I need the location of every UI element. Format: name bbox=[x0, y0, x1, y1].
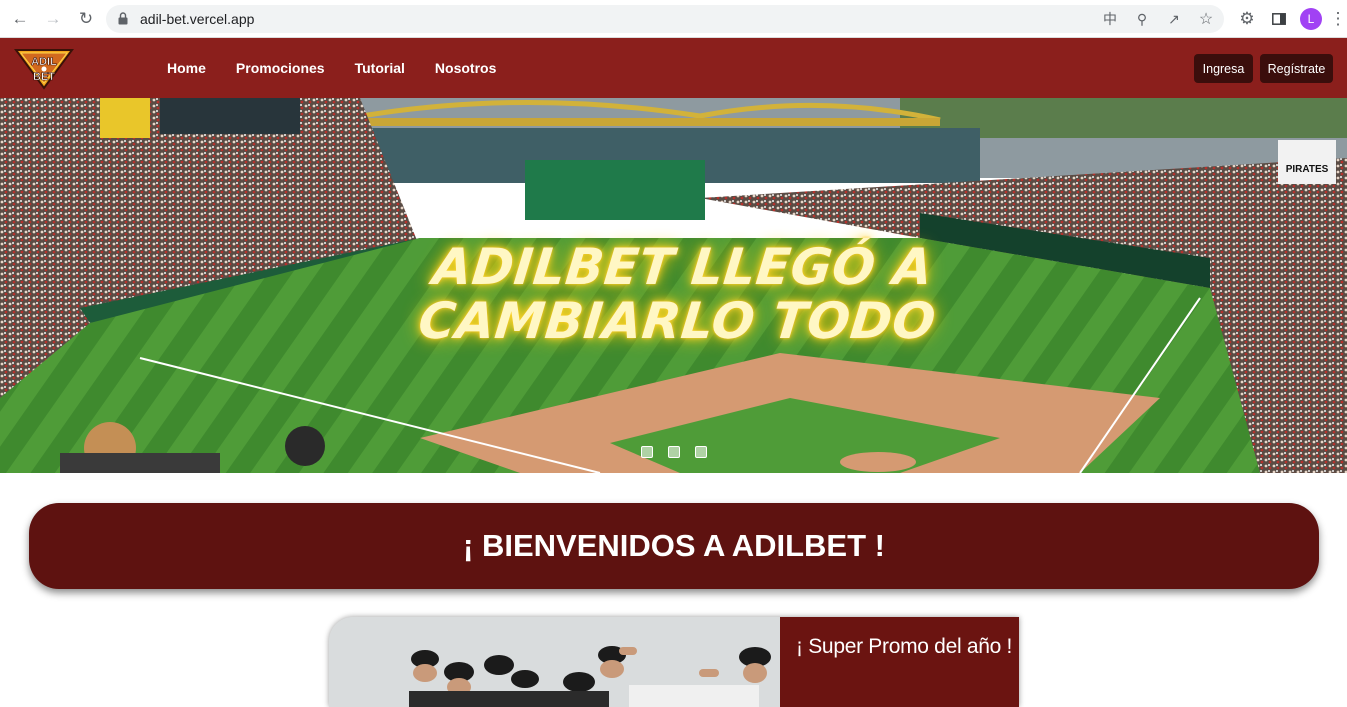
carousel-dot-1[interactable] bbox=[641, 446, 653, 458]
svg-text:PIRATES: PIRATES bbox=[1286, 164, 1329, 175]
promo-team-photo bbox=[329, 617, 781, 707]
url-text: adil-bet.vercel.app bbox=[140, 11, 255, 27]
carousel-dot-3[interactable] bbox=[695, 446, 707, 458]
forward-arrow-icon[interactable]: → bbox=[42, 8, 64, 30]
back-arrow-icon[interactable]: ← bbox=[9, 8, 31, 30]
zoom-icon[interactable]: ⚲ bbox=[1132, 9, 1152, 29]
side-panel-icon[interactable] bbox=[1268, 8, 1290, 30]
lock-icon bbox=[118, 12, 128, 25]
hero-headline-line1: ADILBET LLEGÓ A bbox=[430, 238, 936, 296]
carousel-dot-2[interactable] bbox=[668, 446, 680, 458]
translate-icon[interactable]: 中 bbox=[1100, 9, 1120, 29]
nav-home-link[interactable]: Home bbox=[167, 60, 206, 76]
extensions-puzzle-icon[interactable]: ⚙ bbox=[1236, 8, 1258, 30]
reload-icon[interactable]: ↻ bbox=[75, 8, 97, 30]
carousel-indicators bbox=[641, 446, 707, 458]
register-button[interactable]: Regístrate bbox=[1260, 54, 1333, 83]
bookmark-star-icon[interactable]: ☆ bbox=[1196, 9, 1216, 29]
promo-card[interactable]: ¡ Super Promo del año ! bbox=[329, 617, 1019, 707]
nav-nosotros-link[interactable]: Nosotros bbox=[435, 60, 496, 76]
svg-text:BET: BET bbox=[33, 71, 55, 83]
nav-promociones-link[interactable]: Promociones bbox=[236, 60, 325, 76]
hero-carousel: PIRATES ADILBET LLEGÓ A CAMBIARLO TODO bbox=[0, 98, 1347, 473]
browser-toolbar: ← → ↻ adil-bet.vercel.app 中 ⚲ ↗ ☆ ⚙ L ⋮ bbox=[0, 0, 1347, 38]
svg-text:ADIL: ADIL bbox=[31, 56, 57, 68]
share-icon[interactable]: ↗ bbox=[1164, 9, 1184, 29]
welcome-heading: ¡ BIENVENIDOS A ADILBET ! bbox=[463, 528, 885, 563]
promo-panel: ¡ Super Promo del año ! bbox=[780, 617, 1019, 707]
menu-kebab-icon[interactable]: ⋮ bbox=[1330, 8, 1347, 30]
welcome-banner: ¡ BIENVENIDOS A ADILBET ! bbox=[29, 503, 1319, 589]
hero-headline-line2: CAMBIARLO TODO bbox=[415, 292, 939, 350]
address-bar[interactable]: adil-bet.vercel.app 中 ⚲ ↗ ☆ bbox=[106, 5, 1224, 33]
login-button[interactable]: Ingresa bbox=[1194, 54, 1253, 83]
main-nav: Home Promociones Tutorial Nosotros bbox=[167, 60, 496, 76]
adilbet-logo[interactable]: ADIL BET bbox=[14, 48, 74, 90]
nav-tutorial-link[interactable]: Tutorial bbox=[355, 60, 405, 76]
promo-title: ¡ Super Promo del año ! bbox=[796, 635, 1013, 658]
site-navbar: ADIL BET Home Promociones Tutorial Nosot… bbox=[0, 38, 1347, 98]
hero-headline: ADILBET LLEGÓ A CAMBIARLO TODO bbox=[294, 238, 1065, 350]
profile-avatar[interactable]: L bbox=[1300, 8, 1322, 30]
